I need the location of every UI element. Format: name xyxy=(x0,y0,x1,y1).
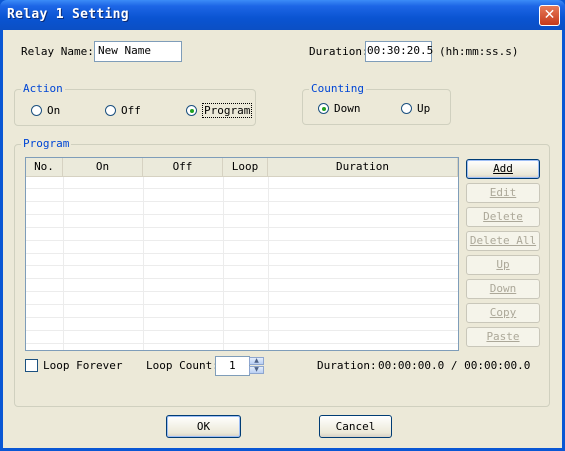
list-row[interactable] xyxy=(26,306,458,318)
list-row[interactable] xyxy=(26,216,458,228)
edit-button[interactable]: Edit xyxy=(466,183,540,203)
list-row[interactable] xyxy=(26,293,458,306)
radio-icon xyxy=(105,105,116,116)
ok-button[interactable]: OK xyxy=(166,415,241,438)
list-row[interactable] xyxy=(26,254,458,267)
column-header-off[interactable]: Off xyxy=(143,158,223,176)
down-button[interactable]: Down xyxy=(466,279,540,299)
radio-label: Program xyxy=(202,103,253,118)
column-header-no[interactable]: No. xyxy=(26,158,63,176)
paste-button[interactable]: Paste xyxy=(466,327,540,347)
relay-name-label: Relay Name: xyxy=(21,45,94,58)
list-row[interactable] xyxy=(26,332,458,344)
title-bar[interactable]: Relay 1 Setting ✕ xyxy=(0,0,565,30)
loop-count-label: Loop Count: xyxy=(146,359,219,372)
action-radio-program[interactable]: Program xyxy=(186,103,253,118)
relay-name-input[interactable]: New Name xyxy=(94,41,182,62)
close-button[interactable]: ✕ xyxy=(539,5,560,26)
duration-input[interactable]: 00:30:20.5 xyxy=(365,41,433,62)
list-row[interactable] xyxy=(26,190,458,202)
program-list-header: No. On Off Loop Duration xyxy=(26,158,458,177)
radio-label: Off xyxy=(121,104,141,117)
list-row[interactable] xyxy=(26,345,458,350)
loop-count-input[interactable]: 1 xyxy=(215,356,250,376)
radio-selected-icon xyxy=(318,103,329,114)
list-row[interactable] xyxy=(26,229,458,241)
radio-selected-icon xyxy=(186,105,197,116)
close-icon: ✕ xyxy=(543,7,556,23)
list-row[interactable] xyxy=(26,319,458,331)
list-row[interactable] xyxy=(26,242,458,254)
list-row[interactable] xyxy=(26,203,458,215)
counting-legend: Counting xyxy=(309,82,366,95)
action-legend: Action xyxy=(21,82,65,95)
radio-label: On xyxy=(47,104,61,117)
program-legend: Program xyxy=(21,137,72,150)
counting-radio-down[interactable]: Down xyxy=(318,102,361,115)
column-header-on[interactable]: On xyxy=(63,158,143,176)
radio-label: Up xyxy=(417,102,431,115)
radio-icon xyxy=(31,105,42,116)
list-row[interactable] xyxy=(26,267,458,280)
duration-format-hint: (hh:mm:ss.s) xyxy=(439,45,519,58)
copy-button[interactable]: Copy xyxy=(466,303,540,323)
loop-forever-label: Loop Forever xyxy=(43,359,123,372)
up-button[interactable]: Up xyxy=(466,255,540,275)
add-button[interactable]: Add xyxy=(466,159,540,179)
column-header-duration[interactable]: Duration xyxy=(268,158,458,176)
program-list[interactable]: No. On Off Loop Duration xyxy=(25,157,459,351)
list-row[interactable] xyxy=(26,177,458,189)
spinner-up-arrow-icon[interactable]: ▲ xyxy=(249,357,264,365)
radio-label: Down xyxy=(334,102,361,115)
radio-icon xyxy=(401,103,412,114)
action-radio-on[interactable]: On xyxy=(31,104,60,117)
window-title: Relay 1 Setting xyxy=(7,7,129,22)
total-duration-label: Duration: xyxy=(317,359,377,372)
loop-count-spinner: ▲ ▼ xyxy=(249,357,264,375)
delete-button[interactable]: Delete xyxy=(466,207,540,227)
dialog-body: Relay Name: New Name Duration: 00:30:20.… xyxy=(3,30,562,448)
column-header-loop[interactable]: Loop xyxy=(223,158,268,176)
loop-forever-checkbox[interactable] xyxy=(25,359,38,372)
cancel-button[interactable]: Cancel xyxy=(319,415,392,438)
delete-all-button[interactable]: Delete All xyxy=(466,231,540,251)
total-duration-value: 00:00:00.0 / 00:00:00.0 xyxy=(378,359,531,372)
spinner-down-arrow-icon[interactable]: ▼ xyxy=(249,366,264,374)
action-radio-off[interactable]: Off xyxy=(105,104,141,117)
duration-label: Duration: xyxy=(309,45,369,58)
list-row[interactable] xyxy=(26,280,458,293)
counting-radio-up[interactable]: Up xyxy=(401,102,430,115)
dialog-window: Relay 1 Setting ✕ Relay Name: New Name D… xyxy=(0,0,565,451)
